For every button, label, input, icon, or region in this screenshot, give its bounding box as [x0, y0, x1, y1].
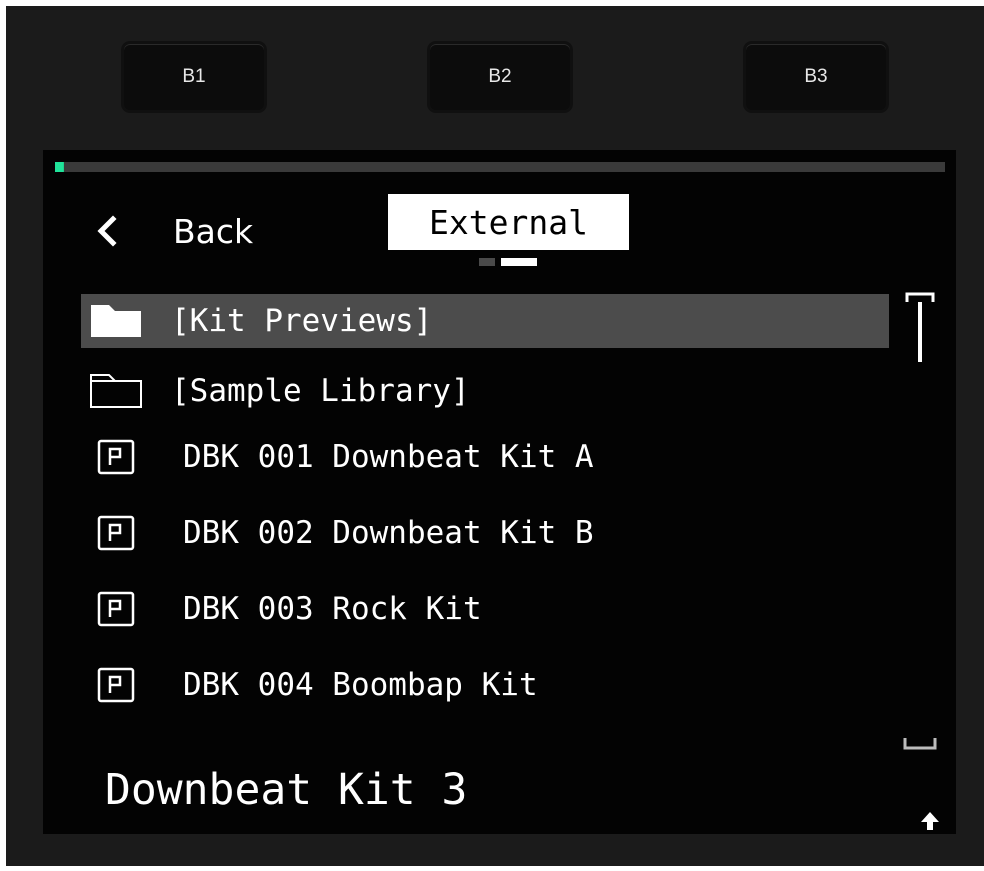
- back-button[interactable]: Back: [93, 206, 253, 256]
- back-label: Back: [173, 211, 254, 251]
- preset-icon: [97, 439, 135, 475]
- b2-button-label: B2: [488, 66, 512, 87]
- location-tab[interactable]: External: [388, 194, 629, 250]
- list-item-label: DBK 004 Boombap Kit: [183, 667, 538, 703]
- browser-list: [Kit Previews] [Sample Library] DBK 001 …: [81, 294, 889, 712]
- b1-button[interactable]: B1: [124, 44, 264, 110]
- location-label: External: [429, 202, 588, 242]
- list-item-kit-previews[interactable]: [Kit Previews]: [81, 294, 889, 348]
- b3-button[interactable]: B3: [746, 44, 886, 110]
- list-item-label: DBK 003 Rock Kit: [183, 591, 482, 627]
- folder-filled-icon: [91, 305, 141, 337]
- page-dot-active: [501, 258, 537, 266]
- b3-button-label: B3: [804, 66, 828, 87]
- b1-button-label: B1: [182, 66, 206, 87]
- list-item-sample-library[interactable]: [Sample Library]: [81, 364, 889, 418]
- list-item-dbk-001[interactable]: DBK 001 Downbeat Kit A: [81, 430, 889, 484]
- list-item-dbk-003[interactable]: DBK 003 Rock Kit: [81, 582, 889, 636]
- page-indicator: [479, 258, 537, 266]
- list-item-label: [Sample Library]: [171, 373, 470, 409]
- progress-bar: [55, 162, 945, 172]
- chevron-left-icon: [97, 215, 117, 247]
- list-item-dbk-002[interactable]: DBK 002 Downbeat Kit B: [81, 506, 889, 560]
- page-dot: [479, 258, 495, 266]
- display-screen: Back External [Kit Previews] [Sample Lib…: [43, 150, 956, 834]
- list-item-label: [Kit Previews]: [171, 303, 433, 339]
- list-item-dbk-004[interactable]: DBK 004 Boombap Kit: [81, 658, 889, 712]
- list-item-label: DBK 001 Downbeat Kit A: [183, 439, 594, 475]
- folder-outline-icon: [90, 374, 142, 408]
- device-panel: B1 B2 B3 Back External [Kit Previews] [S…: [6, 6, 984, 866]
- current-kit-name: Downbeat Kit 3: [105, 765, 468, 815]
- preset-icon: [97, 667, 135, 703]
- preset-icon: [97, 515, 135, 551]
- list-item-label: DBK 002 Downbeat Kit B: [183, 515, 594, 551]
- preset-icon: [97, 591, 135, 627]
- b2-button[interactable]: B2: [430, 44, 570, 110]
- progress-marker: [55, 162, 63, 172]
- scrollbar-end-bracket: [903, 738, 937, 750]
- up-arrow-icon: [921, 812, 939, 830]
- scrollbar-thumb[interactable]: [905, 292, 935, 364]
